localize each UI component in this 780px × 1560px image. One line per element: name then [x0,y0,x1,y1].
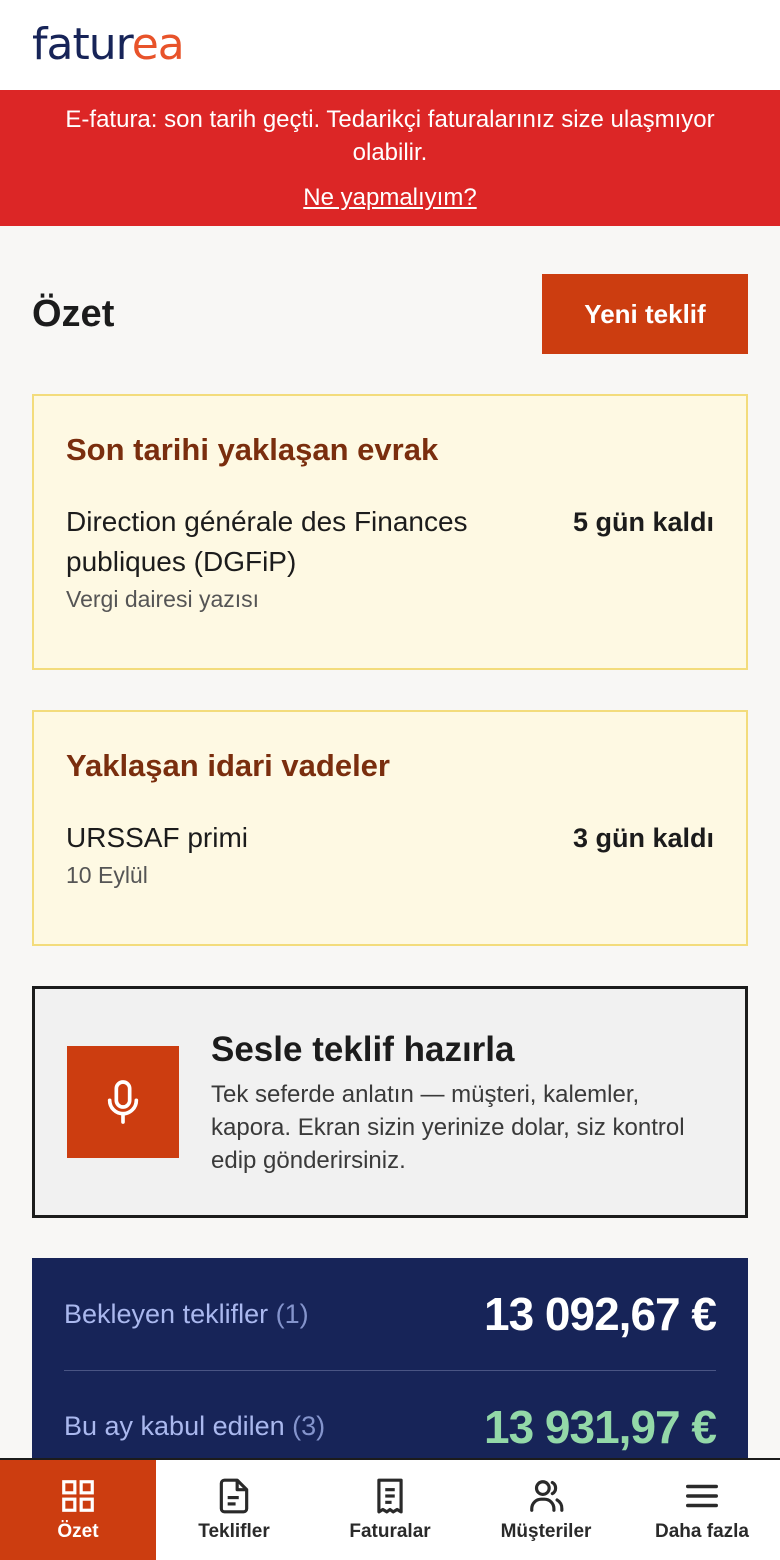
main-content: Özet Yeni teklif Son tarihi yaklaşan evr… [0,226,780,1478]
admin-deadlines-card: Yaklaşan idari vadeler URSSAF primi 10 E… [32,710,748,946]
upcoming-documents-card: Son tarihi yaklaşan evrak Direction géné… [32,394,748,670]
page-title: Özet [32,292,115,335]
stat-pending-label: Bekleyen teklifler [64,1298,269,1329]
faturea-logo[interactable]: faturea [32,23,185,67]
nav-label-teklifler: Teklifler [198,1521,270,1542]
nav-label-ozet: Özet [57,1521,99,1542]
nav-label-faturalar: Faturalar [349,1521,431,1542]
stat-label-wrap: Bu ay kabul edilen (3) [64,1411,325,1442]
users-icon [530,1480,564,1512]
nav-label-musteriler: Müşteriler [500,1521,592,1542]
nav-item-teklifler[interactable]: Teklifler [156,1460,312,1560]
logo-text-part2: ea [131,19,185,70]
voice-quote-card[interactable]: Sesle teklif hazırla Tek seferde anlatın… [32,986,748,1218]
deadline-days-left: 3 gün kaldı [572,823,714,853]
document-name: Direction générale des Finances publique… [66,506,468,577]
grid-icon [62,1480,94,1512]
deadline-item[interactable]: URSSAF primi 10 Eylül 3 gün kaldı [66,818,714,890]
stat-pending-quotes[interactable]: Bekleyen teklifler (1) 13 092,67 € [64,1258,717,1370]
nav-label-daha-fazla: Daha fazla [655,1521,749,1542]
microphone-icon [107,1080,139,1124]
deadline-date: 10 Eylül [66,862,148,888]
nav-item-ozet[interactable]: Özet [0,1460,156,1560]
microphone-button[interactable] [67,1046,179,1158]
bottom-navigation: Özet Teklifler Faturalar Müşteriler Daha… [0,1458,780,1560]
app-header: faturea [0,0,780,90]
admin-deadlines-title: Yaklaşan idari vadeler [66,748,390,783]
stat-pending-count: (1) [275,1298,309,1329]
receipt-icon [377,1478,403,1514]
menu-icon [686,1484,718,1508]
logo-text-part1: fatur [32,19,133,70]
nav-item-faturalar[interactable]: Faturalar [312,1460,468,1560]
stat-accepted-count: (3) [292,1411,326,1441]
new-quote-button[interactable]: Yeni teklif [542,274,748,354]
document-item[interactable]: Direction générale des Finances publique… [66,502,714,614]
deadline-name: URSSAF primi [66,822,249,853]
alert-message: E-fatura: son tarih geçti. Tedarikçi fat… [65,106,715,166]
document-type: Vergi dairesi yazısı [66,586,260,612]
stat-pending-value: 13 092,67 € [483,1288,717,1340]
stats-panel: Bekleyen teklifler (1) 13 092,67 € Bu ay… [32,1258,748,1478]
stat-accepted-value: 13 931,97 € [483,1400,717,1453]
alert-help-link[interactable]: Ne yapmalıyım? [303,183,476,213]
voice-card-title: Sesle teklif hazırla [211,1029,515,1069]
nav-item-daha-fazla[interactable]: Daha fazla [624,1460,780,1560]
document-days-left: 5 gün kaldı [572,507,714,537]
nav-item-musteriler[interactable]: Müşteriler [468,1460,624,1560]
title-row: Özet Yeni teklif [32,274,748,354]
efatura-alert-banner: E-fatura: son tarih geçti. Tedarikçi fat… [0,90,780,226]
stat-accepted-label: Bu ay kabul edilen [64,1411,285,1441]
stat-label-wrap: Bekleyen teklifler (1) [64,1299,309,1330]
upcoming-documents-title: Son tarihi yaklaşan evrak [66,432,439,467]
document-icon [219,1478,249,1514]
voice-card-description: Tek seferde anlatın — müşteri, kalemler,… [211,1080,685,1174]
